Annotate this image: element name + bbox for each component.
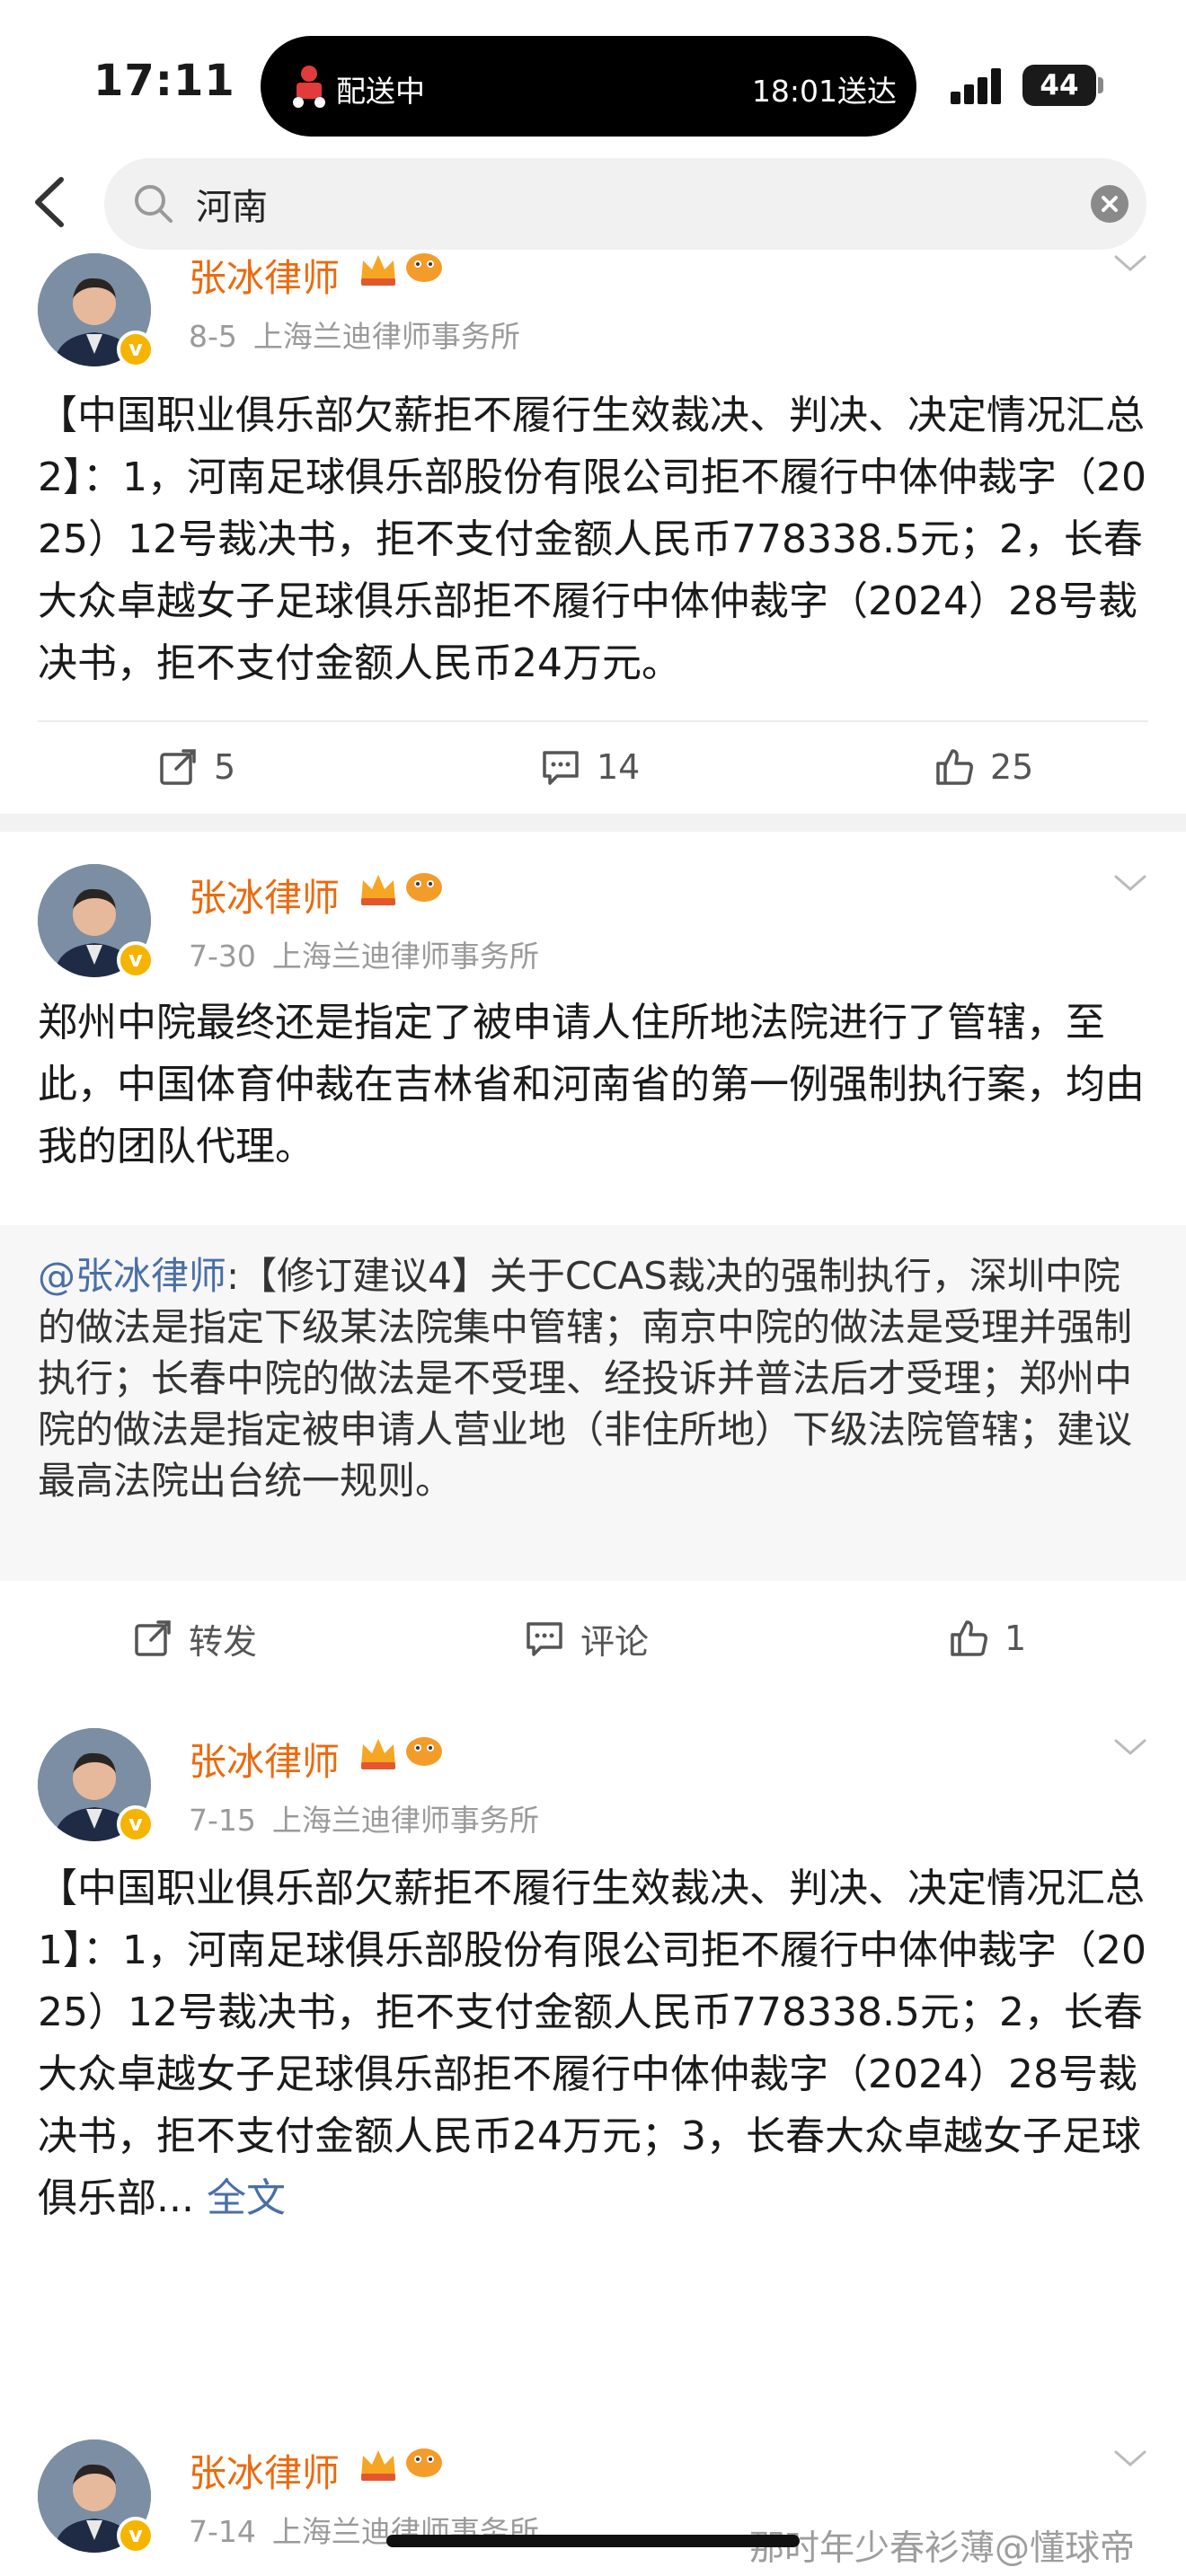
author-mention[interactable]: @张冰律师 bbox=[38, 1254, 226, 1298]
read-more-link[interactable]: 全文 bbox=[207, 2175, 286, 2221]
post-text[interactable]: 【中国职业俱乐部欠薪拒不履行生效裁决、判决、决定情况汇总1】：1，河南足球俱乐部… bbox=[38, 1857, 1148, 2229]
quoted-post-text: @张冰律师:【修订建议4】关于CCAS裁决的强制执行，深圳中院的做法是指定下级某… bbox=[38, 1250, 1148, 1506]
like-count: 1 bbox=[1005, 1619, 1027, 1658]
watermark: 那时年少春衫薄@懂球帝 bbox=[749, 2528, 1136, 2569]
fan-badge-icon bbox=[406, 873, 442, 902]
comment-icon bbox=[527, 1622, 562, 1656]
back-arrow-icon[interactable] bbox=[25, 172, 79, 232]
vip-crown-icon bbox=[361, 2450, 395, 2481]
repost-icon bbox=[160, 749, 196, 785]
vip-crown-icon bbox=[361, 1739, 395, 1769]
fan-badge-icon bbox=[406, 2448, 442, 2477]
repost-count: 5 bbox=[214, 747, 236, 787]
repost-button[interactable]: 转发 bbox=[131, 1613, 257, 1663]
author-name[interactable]: 张冰律师 bbox=[189, 1732, 340, 1786]
like-count: 25 bbox=[990, 747, 1034, 787]
battery-nub bbox=[1098, 77, 1103, 93]
fan-badge-icon bbox=[406, 1737, 442, 1766]
live-activity-pill[interactable]: 配送中 18:01送达 bbox=[261, 36, 916, 137]
repost-button[interactable]: 5 bbox=[156, 742, 235, 792]
post-date: 7-15 bbox=[189, 1803, 256, 1838]
repost-icon bbox=[135, 1620, 171, 1656]
author-name[interactable]: 张冰律师 bbox=[189, 868, 340, 922]
chevron-down-icon[interactable] bbox=[1112, 873, 1148, 895]
post-source: 上海兰迪律师事务所 bbox=[271, 939, 539, 974]
battery-icon: 44 bbox=[1022, 65, 1096, 106]
search-icon bbox=[135, 185, 173, 223]
delivery-rider-icon bbox=[293, 66, 325, 108]
screen: 17:11 配送中 18:01送达 44 河南 v 张冰律师 8-5 上海兰迪律… bbox=[0, 0, 1186, 2576]
post-meta: 7-15 上海兰迪律师事务所 bbox=[189, 1796, 539, 1839]
post-text-body: 【中国职业俱乐部欠薪拒不履行生效裁决、判决、决定情况汇总1】：1，河南足球俱乐部… bbox=[38, 1866, 1146, 2221]
post-meta: 7-30 上海兰迪律师事务所 bbox=[189, 932, 539, 975]
comment-icon bbox=[543, 751, 579, 785]
comment-count: 14 bbox=[597, 747, 641, 787]
thumbs-up-icon bbox=[936, 749, 973, 785]
comment-button[interactable]: 14 bbox=[539, 742, 640, 792]
comment-label: 评论 bbox=[580, 1621, 650, 1662]
thumbs-up-icon bbox=[951, 1620, 987, 1656]
author-name[interactable]: 张冰律师 bbox=[189, 251, 340, 303]
comment-button[interactable]: 评论 bbox=[523, 1613, 649, 1663]
fan-badge-icon bbox=[406, 253, 442, 282]
search-results-feed: v 张冰律师 8-5 上海兰迪律师事务所 【中国职业俱乐部欠薪拒不履行生效裁决、判… bbox=[0, 251, 1186, 2576]
live-activity-label: 配送中 bbox=[336, 74, 425, 109]
verified-badge-icon: v bbox=[117, 1805, 155, 1843]
post-text[interactable]: 郑州中院最终还是指定了被申请人住所地法院进行了管辖，至此，中国体育仲裁在吉林省和… bbox=[38, 992, 1148, 1178]
chevron-down-icon[interactable] bbox=[1112, 253, 1148, 275]
like-button[interactable]: 1 bbox=[947, 1613, 1026, 1663]
post-date: 8-5 bbox=[189, 319, 237, 354]
verified-badge-icon: v bbox=[117, 331, 155, 368]
post-date: 7-30 bbox=[189, 939, 256, 974]
live-activity-eta: 18:01送达 bbox=[751, 74, 897, 109]
repost-label: 转发 bbox=[189, 1621, 258, 1662]
status-bar: 17:11 配送中 18:01送达 44 bbox=[0, 0, 1186, 153]
vip-crown-icon bbox=[361, 255, 395, 286]
post-meta: 8-5 上海兰迪律师事务所 bbox=[189, 313, 520, 356]
like-button[interactable]: 25 bbox=[933, 742, 1033, 792]
status-time: 17:11 bbox=[93, 56, 235, 106]
author-name[interactable]: 张冰律师 bbox=[189, 2443, 340, 2498]
post-source: 上海兰迪律师事务所 bbox=[271, 1803, 539, 1838]
chevron-down-icon[interactable] bbox=[1112, 1737, 1148, 1759]
vip-crown-icon bbox=[361, 875, 395, 905]
post-date: 7-14 bbox=[189, 2514, 256, 2549]
post-card[interactable]: v 张冰律师 8-5 上海兰迪律师事务所 【中国职业俱乐部欠薪拒不履行生效裁决、判… bbox=[0, 251, 1186, 814]
search-input[interactable] bbox=[196, 176, 1058, 232]
clear-search-icon[interactable] bbox=[1091, 185, 1128, 223]
verified-badge-icon: v bbox=[117, 2517, 155, 2554]
search-header bbox=[0, 153, 1186, 251]
quoted-post[interactable]: @张冰律师:【修订建议4】关于CCAS裁决的强制执行，深圳中院的做法是指定下级某… bbox=[0, 1225, 1186, 1581]
search-box[interactable] bbox=[104, 158, 1146, 250]
chevron-down-icon[interactable] bbox=[1112, 2448, 1148, 2470]
cellular-signal-icon bbox=[951, 68, 1003, 104]
post-source: 上海兰迪律师事务所 bbox=[252, 319, 520, 354]
verified-badge-icon: v bbox=[117, 941, 155, 979]
home-indicator[interactable] bbox=[386, 2535, 800, 2547]
post-text[interactable]: 【中国职业俱乐部欠薪拒不履行生效裁决、判决、决定情况汇总2】：1，河南足球俱乐部… bbox=[38, 384, 1148, 694]
divider bbox=[38, 720, 1148, 722]
